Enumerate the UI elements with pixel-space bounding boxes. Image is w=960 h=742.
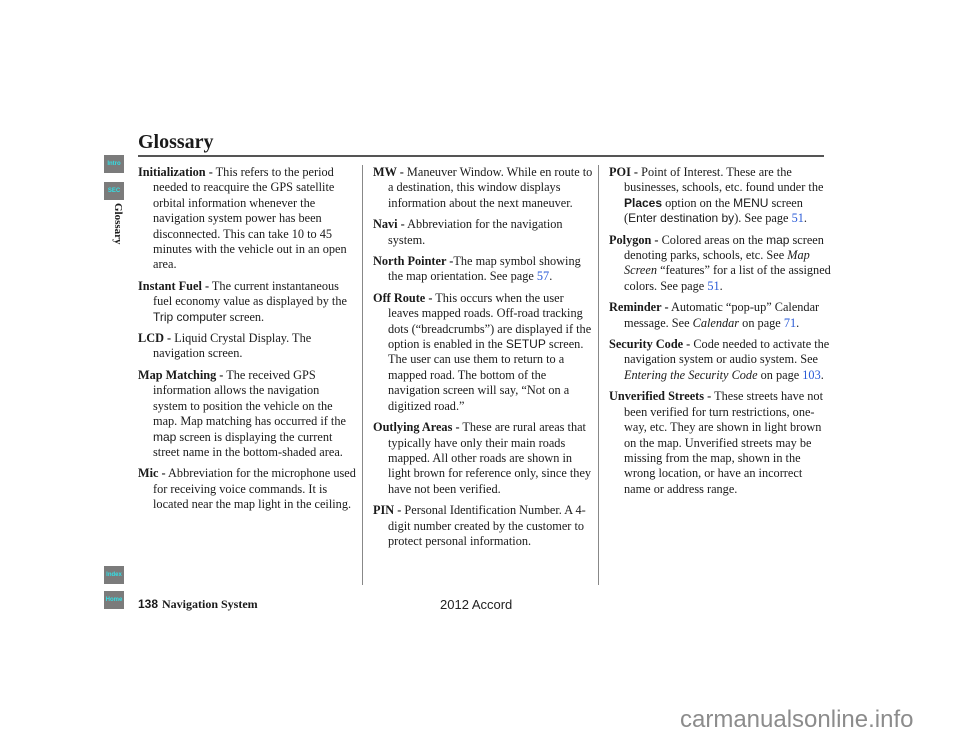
entry-map-matching: Map Matching - The received GPS informat…: [138, 368, 356, 460]
entry-reminder: Reminder - Automatic “pop-up” Calendar m…: [609, 300, 831, 331]
italic-reference: Entering the Security Code: [624, 367, 758, 382]
title-rule: [138, 155, 824, 157]
definition: Maneuver Window. While en route to a des…: [388, 165, 593, 210]
definition: screen is displaying the current street …: [153, 429, 343, 459]
ui-label: Enter destination by: [628, 211, 735, 226]
page-link[interactable]: 57: [537, 269, 549, 283]
page-link[interactable]: 51: [707, 279, 719, 293]
glossary-column-3: POI - Point of Interest. These are the b…: [609, 165, 831, 503]
footer-title: Navigation System: [162, 597, 258, 611]
definition: Liquid Crystal Display. The navigation s…: [153, 331, 312, 361]
term: Security Code -: [609, 337, 691, 352]
home-button[interactable]: Home: [104, 591, 124, 609]
definition: These streets have not been verified for…: [624, 389, 823, 496]
entry-off-route: Off Route - This occurs when the user le…: [373, 291, 593, 414]
watermark: carmanualsonline.info: [680, 706, 914, 733]
intro-button[interactable]: Intro: [104, 155, 124, 173]
column-divider: [598, 165, 599, 585]
section-side-label: Glossary: [112, 203, 124, 245]
punctuation: .: [796, 315, 800, 330]
term: PIN -: [373, 503, 402, 518]
page-link[interactable]: 71: [784, 316, 796, 330]
term: Unverified Streets -: [609, 389, 712, 404]
definition: Abbreviation for the microphone used for…: [153, 466, 356, 512]
glossary-column-1: Initialization - This refers to the peri…: [138, 165, 356, 519]
punctuation: .: [803, 211, 807, 226]
term: LCD -: [138, 331, 172, 346]
sec-button[interactable]: SEC: [104, 182, 124, 200]
definition: This refers to the period needed to reac…: [153, 165, 347, 272]
ui-label: MENU: [733, 195, 769, 210]
page-number: 138: [138, 597, 159, 611]
entry-pin: PIN - Personal Identification Number. A …: [373, 503, 593, 549]
entry-navi: Navi - Abbreviation for the navigation s…: [373, 217, 593, 248]
term: Off Route -: [373, 290, 433, 305]
entry-mw: MW - Maneuver Window. While en route to …: [373, 165, 593, 211]
column-divider: [362, 165, 363, 585]
term: Mic -: [138, 466, 166, 481]
ui-label: Places: [624, 195, 663, 210]
entry-mic: Mic - Abbreviation for the microphone us…: [138, 466, 356, 512]
term: Map Matching -: [138, 367, 224, 382]
definition: Colored areas on the: [658, 232, 767, 247]
glossary-column-2: MW - Maneuver Window. While en route to …: [373, 165, 593, 555]
ui-label: map: [153, 429, 177, 444]
ui-label: Trip computer: [153, 309, 227, 324]
page-link[interactable]: 103: [802, 368, 820, 382]
term: Instant Fuel -: [138, 278, 210, 293]
punctuation: .: [549, 269, 553, 284]
model-label: 2012 Accord: [440, 597, 513, 612]
entry-outlying-areas: Outlying Areas - These are rural areas t…: [373, 420, 593, 497]
term: North Pointer -: [373, 254, 454, 269]
italic-reference: Calendar: [692, 315, 740, 330]
punctuation: .: [719, 278, 723, 293]
index-button[interactable]: Index: [104, 566, 124, 584]
term: MW -: [373, 165, 404, 179]
definition: screen.: [226, 309, 265, 324]
term: Initialization -: [138, 165, 213, 179]
term: Navi -: [373, 217, 405, 232]
page-title: Glossary: [138, 131, 214, 153]
definition: Point of Interest. These are the busines…: [624, 165, 824, 195]
entry-initialization: Initialization - This refers to the peri…: [138, 165, 356, 273]
punctuation: .: [820, 367, 824, 382]
term: POI -: [609, 165, 639, 179]
entry-polygon: Polygon - Colored areas on the map scree…: [609, 233, 831, 295]
definition: option on the: [662, 195, 734, 210]
definition: Personal Identification Number. A 4-digi…: [388, 503, 586, 548]
term: Polygon -: [609, 232, 659, 247]
definition: Abbreviation for the navigation system.: [388, 217, 563, 247]
entry-instant-fuel: Instant Fuel - The current instantaneous…: [138, 279, 356, 325]
ui-label: SETUP: [505, 337, 546, 352]
definition: ). See page: [734, 211, 792, 226]
page-link[interactable]: 51: [792, 211, 804, 225]
entry-security-code: Security Code - Code needed to activate …: [609, 337, 831, 383]
ui-label: map: [766, 232, 790, 247]
term: Reminder -: [609, 300, 669, 315]
term: Outlying Areas -: [373, 420, 460, 435]
entry-lcd: LCD - Liquid Crystal Display. The naviga…: [138, 331, 356, 362]
entry-north-pointer: North Pointer -The map symbol showing th…: [373, 254, 593, 285]
entry-unverified-streets: Unverified Streets - These streets have …: [609, 389, 831, 497]
definition: on page: [757, 367, 803, 382]
definition: on page: [739, 315, 784, 330]
entry-poi: POI - Point of Interest. These are the b…: [609, 165, 831, 227]
